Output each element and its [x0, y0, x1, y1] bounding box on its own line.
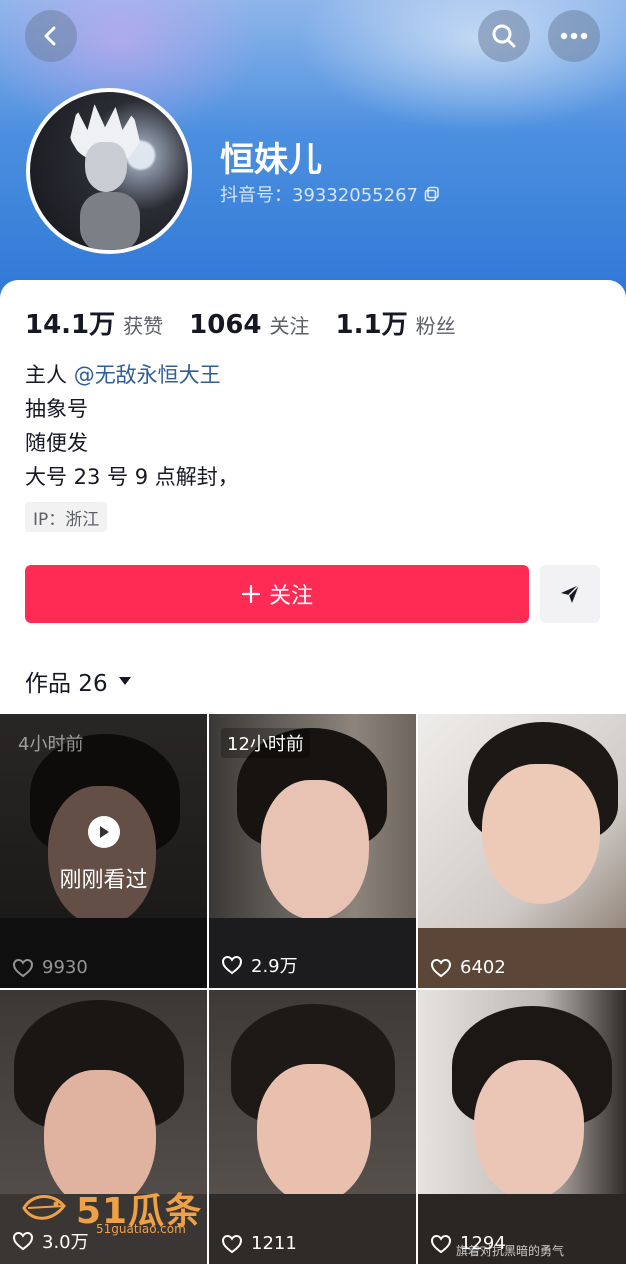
bio-line: 主人 @无敌永恒大王 [25, 363, 221, 387]
account-id-row[interactable]: 抖音号：39332055267 [220, 181, 440, 207]
video-thumbnail [418, 990, 626, 1264]
search-button[interactable] [478, 10, 530, 62]
search-icon [492, 24, 516, 48]
like-count: 2.9万 [221, 952, 298, 978]
time-badge: 12小时前 [221, 728, 310, 758]
follow-button[interactable]: 关注 [25, 565, 529, 623]
works-label: 作品 26 [25, 671, 108, 697]
video-tile[interactable]: 12小时前 2.9万 [209, 714, 416, 988]
stat-value: 1064 [189, 310, 262, 340]
watermark-logo: 51瓜条 51guatiao.com [20, 1182, 202, 1236]
nickname: 恒妹儿 [220, 140, 322, 180]
video-caption-overlay: 旗着对抗黑暗的勇气 [456, 1244, 565, 1258]
follow-label: 关注 [268, 584, 313, 609]
recently-watched-label: 刚刚看过 [59, 868, 148, 893]
heart-icon [12, 1231, 34, 1251]
plus-icon [241, 584, 261, 604]
stat-value: 14.1万 [25, 310, 116, 340]
video-thumbnail [209, 990, 416, 1264]
share-button[interactable] [540, 565, 600, 623]
works-tab[interactable]: 作品 26 [25, 664, 132, 698]
bio-line: 大号 23 号 9 点解封， [25, 465, 239, 489]
heart-icon [430, 958, 452, 977]
heart-icon [12, 958, 34, 977]
time-badge: 4小时前 [18, 734, 84, 755]
heart-icon [430, 1234, 452, 1253]
video-tile[interactable]: 6402 [418, 714, 626, 988]
video-tile[interactable]: 1294 [418, 990, 626, 1264]
caret-down-icon [118, 677, 131, 685]
video-tile[interactable]: 1211 [209, 990, 416, 1264]
bio-line: 抽象号 [25, 397, 88, 421]
back-button[interactable] [25, 10, 77, 62]
send-icon [561, 584, 580, 603]
stat-label: 粉丝 [415, 314, 456, 338]
video-tile[interactable]: 4小时前 刚刚看过 9930 [0, 714, 207, 988]
watermark-url: 51guatiao.com [96, 1222, 186, 1236]
like-count: 1211 [221, 1233, 297, 1254]
copy-icon[interactable] [424, 186, 440, 202]
stat-label: 获赞 [123, 314, 164, 338]
stat-value: 1.1万 [335, 310, 408, 340]
recently-watched-indicator: 刚刚看过 [0, 816, 207, 894]
avatar[interactable] [26, 88, 192, 254]
like-count: 9930 [12, 957, 88, 978]
play-icon [87, 816, 120, 848]
video-thumbnail [418, 714, 626, 988]
stat-likes: 14.1万 获赞 [25, 304, 163, 341]
profile-bio: 主人 @无敌永恒大王 抽象号 随便发 大号 23 号 9 点解封， [25, 358, 239, 494]
stat-label: 关注 [269, 314, 310, 338]
fish-logo-icon [22, 1195, 66, 1220]
ip-location-tag: IP：浙江 [25, 502, 108, 532]
account-id: 抖音号：39332055267 [220, 185, 418, 206]
stat-followers[interactable]: 1.1万 粉丝 [336, 304, 456, 341]
mention-link[interactable]: @无敌永恒大王 [74, 363, 221, 387]
heart-icon [221, 1234, 243, 1253]
more-dots-icon [560, 32, 588, 40]
bio-line: 随便发 [25, 431, 88, 455]
like-count: 6402 [430, 957, 506, 978]
heart-icon [221, 955, 243, 975]
chevron-left-icon [44, 26, 56, 46]
profile-stats: 14.1万 获赞 1064 关注 1.1万 粉丝 [25, 304, 482, 341]
stat-following[interactable]: 1064 关注 [189, 310, 309, 340]
more-options-button[interactable] [548, 10, 600, 62]
